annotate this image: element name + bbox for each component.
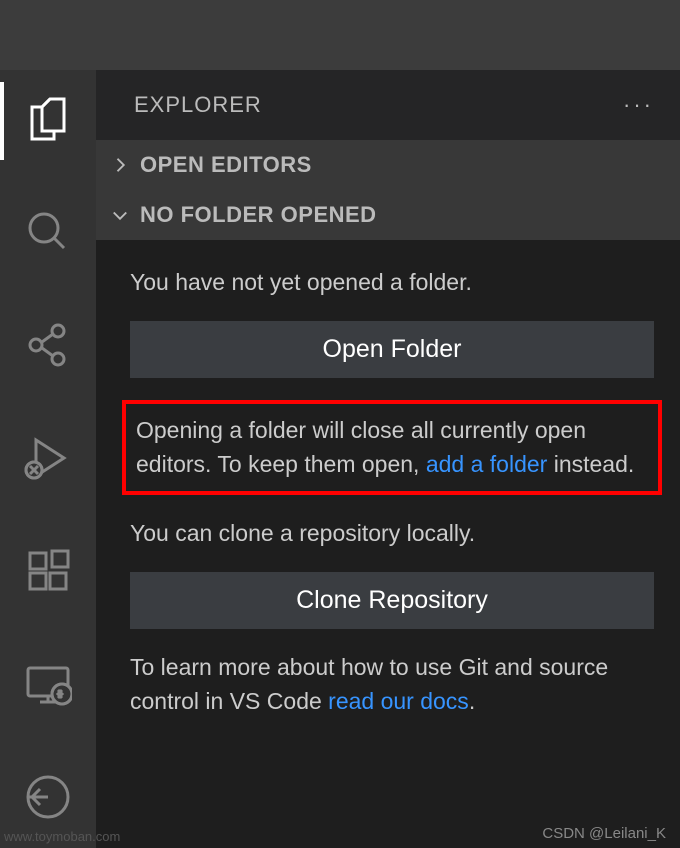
activity-extensions[interactable] <box>0 534 96 612</box>
chevron-right-icon <box>110 155 130 175</box>
read-docs-link[interactable]: read our docs <box>328 688 469 714</box>
search-icon <box>24 208 72 261</box>
add-folder-link[interactable]: add a folder <box>426 451 547 477</box>
run-debug-icon <box>24 434 72 487</box>
no-folder-message: You have not yet opened a folder. <box>130 266 654 299</box>
activity-bar <box>0 70 96 848</box>
chevron-down-icon <box>110 205 130 225</box>
watermark-text: CSDN @Leilani_K <box>542 825 666 842</box>
section-open-editors[interactable]: OPEN EDITORS <box>96 140 680 190</box>
activity-other[interactable] <box>0 760 96 838</box>
activity-scm[interactable] <box>0 308 96 386</box>
no-folder-content: You have not yet opened a folder. Open F… <box>96 240 680 848</box>
section-label: NO FOLDER OPENED <box>140 202 377 228</box>
watermark-left: www.toymoban.com <box>4 829 120 844</box>
section-label: OPEN EDITORS <box>140 152 312 178</box>
extensions-icon <box>24 547 72 600</box>
highlight-annotation: Opening a folder will close all currentl… <box>122 400 662 495</box>
explorer-sidebar: EXPLORER ··· OPEN EDITORS NO FOLDER OPEN… <box>96 70 680 848</box>
docs-message: To learn more about how to use Git and s… <box>130 651 654 718</box>
activity-explorer[interactable] <box>0 82 96 160</box>
accounts-icon <box>24 773 72 826</box>
sidebar-title: EXPLORER <box>134 92 262 118</box>
section-no-folder[interactable]: NO FOLDER OPENED <box>96 190 680 240</box>
activity-debug[interactable] <box>0 421 96 499</box>
source-control-icon <box>24 321 72 374</box>
more-actions-icon[interactable]: ··· <box>623 92 654 118</box>
title-bar <box>0 0 680 70</box>
files-icon <box>24 95 72 148</box>
sidebar-header: EXPLORER ··· <box>96 70 680 140</box>
open-folder-tip: Opening a folder will close all currentl… <box>136 414 648 481</box>
activity-remote[interactable] <box>0 647 96 725</box>
open-folder-button[interactable]: Open Folder <box>130 321 654 378</box>
activity-search[interactable] <box>0 195 96 273</box>
remote-explorer-icon <box>24 660 72 713</box>
clone-repository-button[interactable]: Clone Repository <box>130 572 654 629</box>
clone-message: You can clone a repository locally. <box>130 517 654 550</box>
